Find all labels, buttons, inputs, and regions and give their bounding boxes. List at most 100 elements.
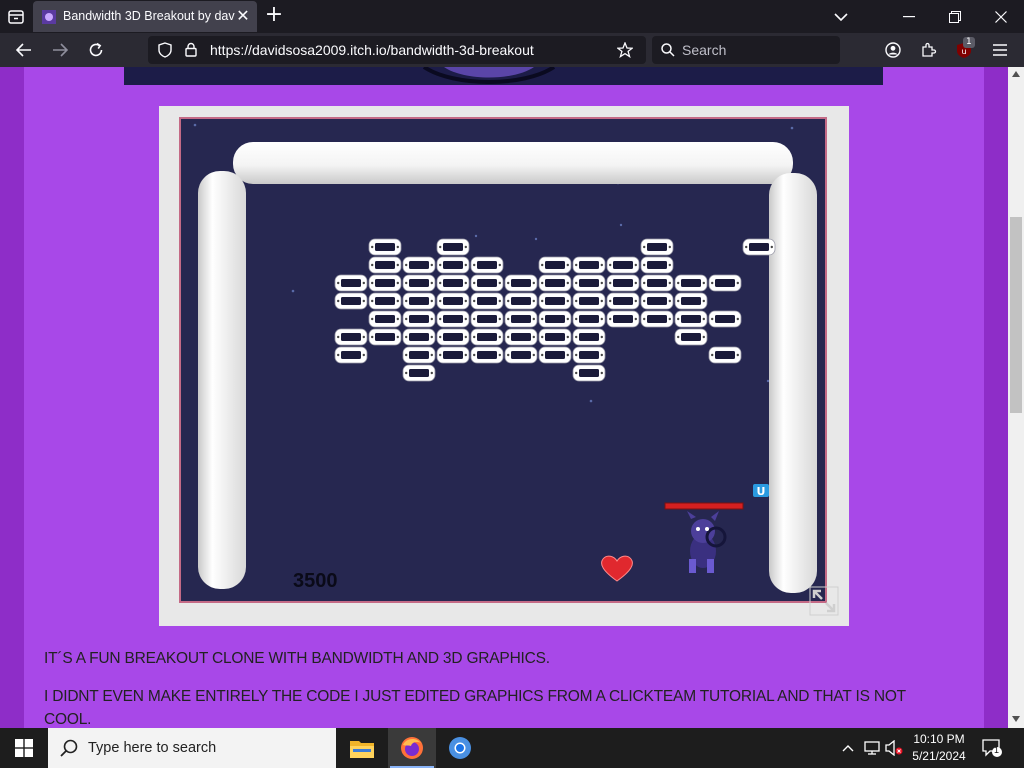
brick: [436, 292, 470, 310]
brick: [368, 292, 402, 310]
forward-button[interactable]: [47, 38, 73, 62]
tab-close-button[interactable]: ✕: [235, 8, 251, 24]
brick: [402, 346, 436, 364]
character-sprite: [687, 511, 727, 573]
account-button[interactable]: [880, 38, 906, 62]
brick: [436, 274, 470, 292]
scrollbar-thumb[interactable]: [1010, 217, 1022, 413]
forward-icon: [53, 43, 68, 57]
star-icon[interactable]: [617, 42, 633, 58]
brick: [504, 292, 538, 310]
restore-button[interactable]: [932, 0, 978, 33]
volume-button[interactable]: [884, 738, 904, 758]
brick: [334, 328, 368, 346]
tab-active[interactable]: Bandwidth 3D Breakout by davidsosa2009 ✕: [33, 1, 257, 32]
game-embed[interactable]: U 3500: [159, 106, 849, 626]
brick: [334, 292, 368, 310]
left-wall: [198, 171, 246, 589]
taskbar-chrome[interactable]: [436, 728, 484, 768]
extensions-icon: [922, 42, 937, 57]
brick: [538, 346, 572, 364]
scroll-up-icon[interactable]: [1012, 71, 1020, 77]
brick: [436, 310, 470, 328]
taskbar-search-box[interactable]: Type here to search: [48, 728, 336, 768]
show-hidden-icons-button[interactable]: [838, 738, 858, 758]
brick: [368, 256, 402, 274]
list-all-tabs-button[interactable]: [818, 0, 864, 33]
brick: [504, 310, 538, 328]
brick: [572, 256, 606, 274]
menu-icon: [993, 44, 1007, 56]
clock-time: 10:10 PM: [913, 732, 965, 746]
network-button[interactable]: [862, 738, 882, 758]
brick: [538, 256, 572, 274]
brick: [572, 364, 606, 382]
brick: [674, 292, 708, 310]
system-clock[interactable]: 10:10 PM 5/21/2024: [906, 731, 972, 765]
description-paragraph-2: I DIDNT EVEN MAKE ENTIRELY THE CODE I JU…: [44, 688, 906, 728]
extensions-button[interactable]: [916, 38, 942, 62]
notification-count: 1: [994, 745, 1000, 755]
brick: [606, 274, 640, 292]
brick: [606, 256, 640, 274]
favicon-icon: [42, 10, 56, 24]
address-bar[interactable]: https://davidsosa2009.itch.io/bandwidth-…: [148, 36, 646, 64]
header-banner-image: [124, 67, 883, 85]
brick: [640, 256, 674, 274]
network-icon: [864, 741, 880, 755]
page-side-border-right: [984, 67, 1008, 728]
brick: [538, 328, 572, 346]
tab-strip: Bandwidth 3D Breakout by davidsosa2009 ✕…: [0, 0, 1024, 33]
notifications-button[interactable]: 1: [982, 738, 1002, 758]
navigation-toolbar: https://davidsosa2009.itch.io/bandwidth-…: [0, 33, 1024, 67]
top-wall: [233, 142, 793, 184]
search-bar[interactable]: Search: [652, 36, 840, 64]
brick: [538, 310, 572, 328]
brick: [368, 310, 402, 328]
reload-button[interactable]: [83, 38, 109, 62]
close-window-button[interactable]: [978, 0, 1024, 33]
back-button[interactable]: [11, 38, 37, 62]
app-menu-button[interactable]: [987, 38, 1013, 62]
fullscreen-icon[interactable]: [809, 586, 839, 616]
brick: [572, 328, 606, 346]
brick: [402, 256, 436, 274]
brick: [640, 238, 674, 256]
taskbar-file-explorer[interactable]: [338, 728, 386, 768]
volume-muted-icon: [885, 740, 903, 756]
right-wall: [769, 173, 817, 593]
taskbar-search-placeholder: Type here to search: [88, 740, 217, 756]
new-tab-button[interactable]: +: [263, 4, 285, 27]
windows-taskbar: Type here to search 10:10 PM 5/21/2024 1: [0, 728, 1024, 768]
minimize-button[interactable]: [886, 0, 932, 33]
taskbar-firefox[interactable]: [388, 728, 436, 768]
brick: [640, 274, 674, 292]
lock-icon[interactable]: [185, 42, 197, 57]
brick: [640, 292, 674, 310]
brick-field: [334, 238, 776, 382]
brick: [334, 274, 368, 292]
brick: [504, 346, 538, 364]
tabs-list-button[interactable]: [5, 6, 27, 28]
brick: [674, 328, 708, 346]
close-icon: [995, 10, 1007, 23]
tab-title: Bandwidth 3D Breakout by davidsosa2009: [63, 9, 235, 23]
brick: [572, 292, 606, 310]
shield-icon[interactable]: [158, 42, 172, 58]
game-canvas[interactable]: U 3500: [179, 117, 827, 603]
scroll-down-icon[interactable]: [1012, 716, 1020, 722]
brick: [436, 328, 470, 346]
paddle-label: U: [757, 485, 766, 498]
brick: [436, 256, 470, 274]
brick: [606, 292, 640, 310]
start-button[interactable]: [0, 728, 48, 768]
brick: [334, 346, 368, 364]
ublock-badge: 1: [963, 37, 975, 48]
score-display: 3500: [293, 570, 338, 592]
windows-icon: [15, 739, 33, 757]
page-scrollbar[interactable]: [1008, 67, 1024, 728]
chevron-up-icon: [842, 745, 854, 752]
paddle: [664, 502, 744, 510]
chevron-down-icon: [834, 12, 848, 21]
brick: [402, 292, 436, 310]
